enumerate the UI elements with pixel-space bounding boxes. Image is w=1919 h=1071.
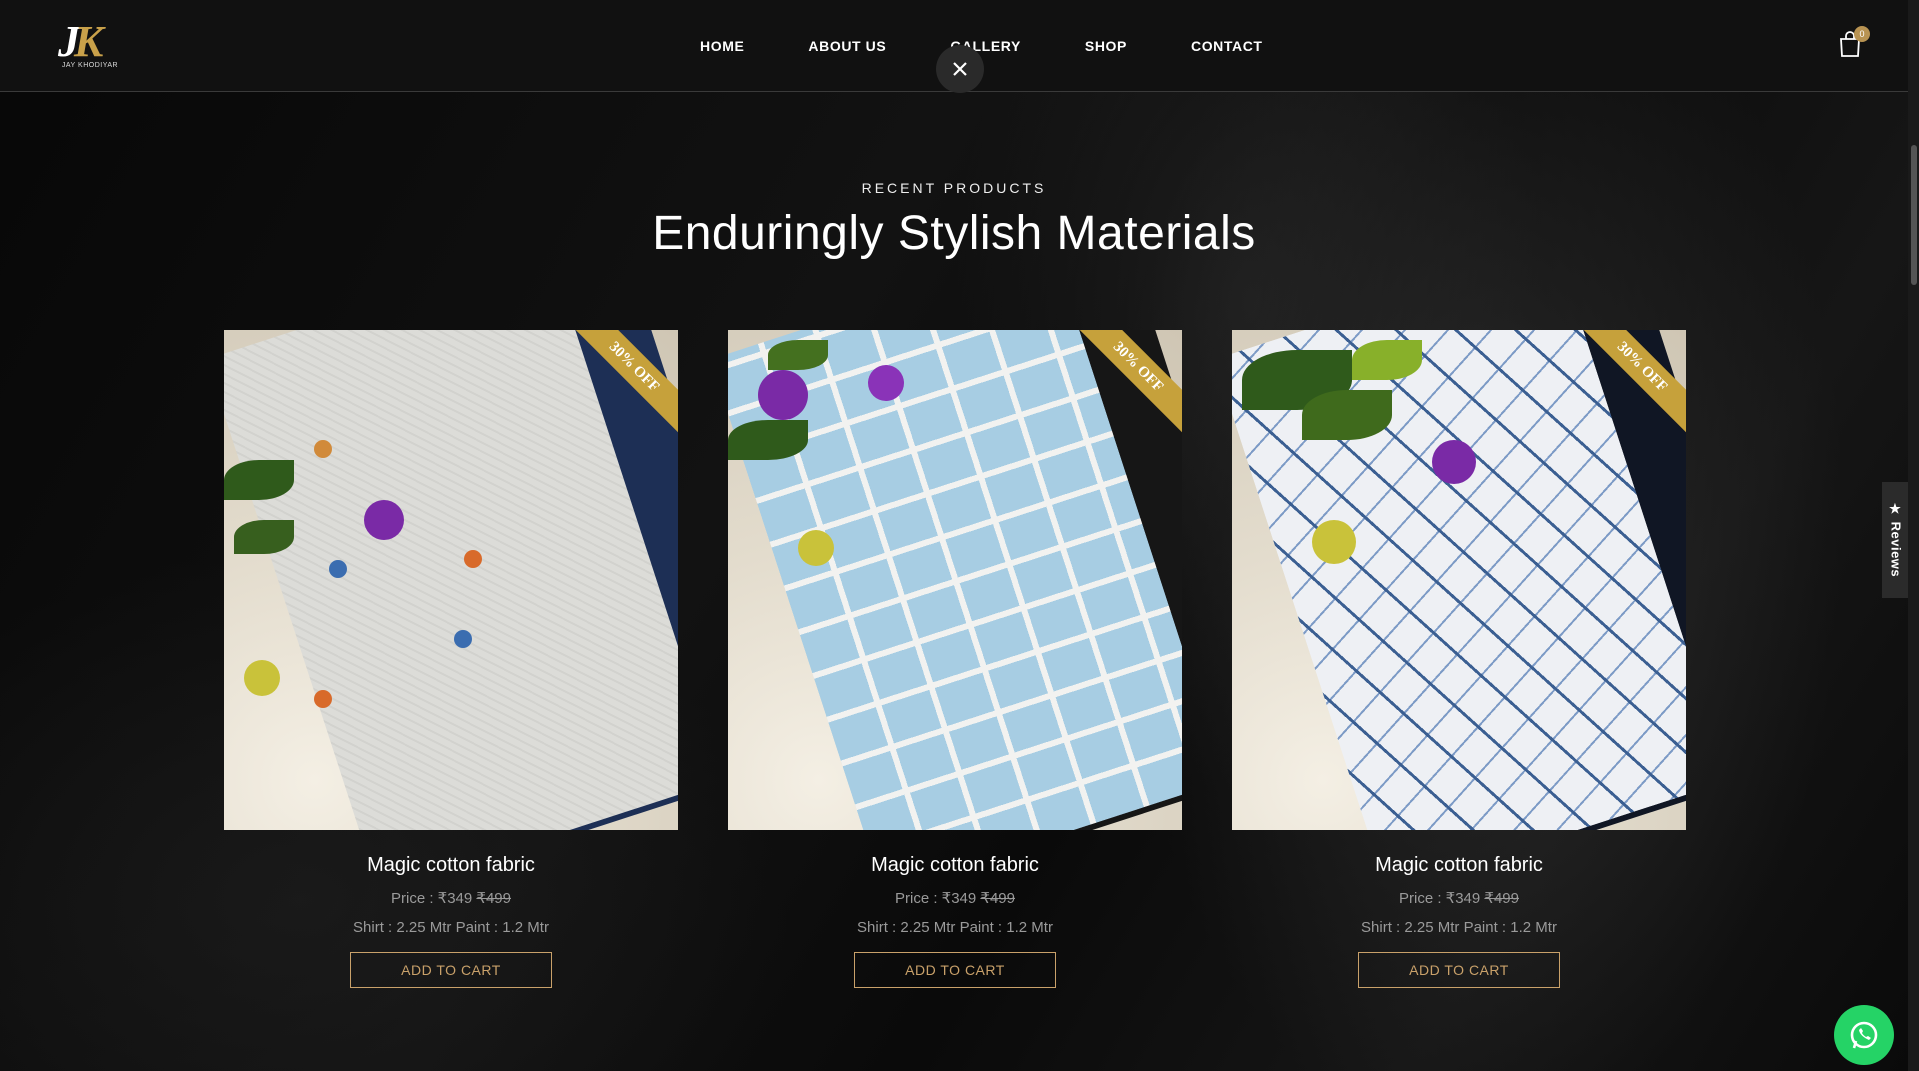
main-nav: HOME ABOUT US GALLERY SHOP CONTACT: [700, 0, 1327, 92]
add-to-cart-button[interactable]: ADD TO CART: [1358, 952, 1560, 988]
product-measurements: Shirt : 2.25 Mtr Paint : 1.2 Mtr: [353, 919, 549, 936]
section-title: Enduringly Stylish Materials: [652, 207, 1256, 260]
nav-contact[interactable]: CONTACT: [1191, 38, 1263, 54]
close-button[interactable]: [936, 45, 984, 93]
cart-button[interactable]: 0: [1838, 26, 1870, 60]
add-to-cart-button[interactable]: ADD TO CART: [854, 952, 1056, 988]
reviews-label: ★ Reviews: [1888, 502, 1904, 578]
product-price: Price : ₹349 ₹499: [1398, 890, 1519, 907]
product-price: Price : ₹349 ₹499: [390, 890, 511, 907]
brand-logo[interactable]: JK JAY KHODIYAR: [50, 16, 130, 74]
add-to-cart-button[interactable]: ADD TO CART: [350, 952, 552, 988]
nav-about-us[interactable]: ABOUT US: [808, 38, 886, 54]
whatsapp-button[interactable]: [1834, 1005, 1894, 1065]
product-image[interactable]: 30% OFF: [1232, 330, 1686, 830]
product-card: 30% OFF Magic cotton fabric Price : ₹349…: [728, 330, 1182, 988]
nav-home[interactable]: HOME: [700, 38, 744, 54]
close-icon: [953, 62, 967, 76]
product-image[interactable]: 30% OFF: [224, 330, 678, 830]
logo-brand-name: JAY KHODIYAR: [61, 62, 119, 69]
whatsapp-icon: [1850, 1021, 1878, 1049]
product-card: 30% OFF Magic cotton fabric Price : ₹349…: [1232, 330, 1686, 988]
product-title[interactable]: Magic cotton fabric: [728, 854, 1182, 877]
nav-shop[interactable]: SHOP: [1085, 38, 1127, 54]
product-price: Price : ₹349 ₹499: [894, 890, 1015, 907]
reviews-tab[interactable]: ★ Reviews: [1882, 482, 1910, 598]
product-card: 30% OFF Magic cotton fabric Price : ₹349…: [224, 330, 678, 988]
product-title[interactable]: Magic cotton fabric: [1232, 854, 1686, 877]
scrollbar-thumb[interactable]: [1911, 145, 1917, 285]
product-measurements: Shirt : 2.25 Mtr Paint : 1.2 Mtr: [857, 919, 1053, 936]
product-title[interactable]: Magic cotton fabric: [224, 854, 678, 877]
section-eyebrow: RECENT PRODUCTS: [861, 180, 1047, 196]
product-image[interactable]: 30% OFF: [728, 330, 1182, 830]
product-measurements: Shirt : 2.25 Mtr Paint : 1.2 Mtr: [1361, 919, 1557, 936]
original-price: ₹499: [980, 890, 1015, 907]
original-price: ₹499: [1484, 890, 1519, 907]
cart-count-badge: 0: [1854, 26, 1870, 42]
logo-monogram: JK: [58, 17, 103, 66]
original-price: ₹499: [476, 890, 511, 907]
